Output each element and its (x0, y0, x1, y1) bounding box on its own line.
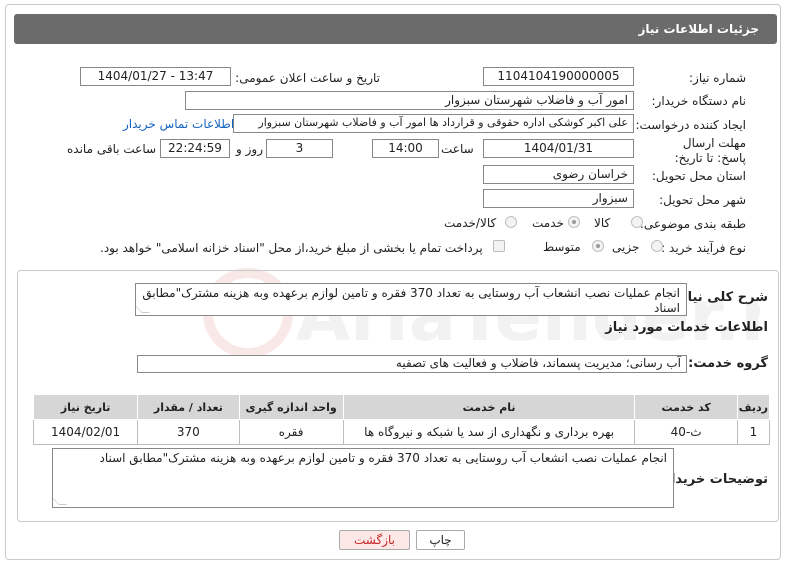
city-label: شهر محل تحویل: (659, 193, 746, 207)
col-need-date: تاریخ نیاز (32, 394, 139, 420)
need-number-label: شماره نیاز: (689, 71, 746, 85)
city-field: سبزوار (483, 189, 634, 208)
cell-row: 1 (736, 419, 771, 445)
process-radio-minor[interactable] (651, 240, 663, 252)
remaining-label: ساعت باقی مانده (67, 142, 157, 156)
buyer-contact-link[interactable]: اطلاعات تماس خریدار (123, 117, 234, 131)
cell-unit: فقره (238, 419, 344, 445)
deadline-date-field: 1404/01/31 (483, 139, 634, 158)
cell-quantity: 370 (137, 419, 240, 445)
services-title: اطلاعات خدمات مورد نیاز (605, 320, 768, 335)
page-title: جزئیات اطلاعات نیاز (638, 22, 759, 36)
resize-grip-icon[interactable] (134, 305, 150, 313)
deadline-label: مهلت ارسال پاسخ: تا تاریخ: (674, 136, 746, 165)
services-table: ردیف کد خدمت نام خدمت واحد اندازه گیری ت… (32, 394, 771, 445)
creator-field: علی اکبر کوشکی اداره حقوقی و قرارداد ها … (233, 114, 634, 133)
process-option-minor: جزیی (612, 240, 640, 254)
payment-note: پرداخت تمام یا بخشی از مبلغ خرید،از محل … (100, 241, 483, 255)
table-header-row: ردیف کد خدمت نام خدمت واحد اندازه گیری ت… (32, 394, 771, 420)
category-option-service: خدمت (532, 216, 564, 230)
buyer-notes-textarea[interactable]: انجام عملیات نصب انشعاب آب روستایی به تع… (51, 448, 674, 508)
announce-date-field: 1404/01/27 - 13:47 (80, 67, 231, 86)
cell-service-name: بهره برداری و نگهداری از سد یا شبکه و نی… (342, 419, 636, 445)
col-unit: واحد اندازه گیری (238, 394, 344, 420)
remaining-time-field: 22:24:59 (160, 139, 230, 158)
province-field: خراسان رضوی (483, 165, 634, 184)
table-row: 1 ث-40 بهره برداری و نگهداری از سد یا شب… (32, 419, 771, 445)
buyer-notes-label: توضیحات خریدار: (658, 472, 768, 487)
cell-service-code: ث-40 (634, 419, 738, 445)
deadline-time-label: ساعت (441, 142, 474, 156)
resize-grip-icon[interactable] (51, 497, 67, 505)
process-option-medium: متوسط (543, 240, 581, 254)
summary-label: شرح کلی نیاز: (674, 290, 768, 305)
category-radio-goods-service[interactable] (505, 216, 517, 228)
summary-textarea[interactable]: انجام عملیات نصب انشعاب آب روستایی به تع… (134, 283, 687, 316)
category-option-goods: کالا (594, 216, 611, 230)
category-radio-goods[interactable] (631, 216, 643, 228)
buyer-org-label: نام دستگاه خریدار: (651, 94, 747, 108)
province-label: استان محل تحویل: (651, 169, 746, 183)
announce-date-label: تاریخ و ساعت اعلان عمومی: (235, 71, 380, 85)
page-header: جزئیات اطلاعات نیاز (14, 14, 777, 44)
col-service-code: کد خدمت (634, 394, 738, 420)
summary-text: انجام عملیات نصب انشعاب آب روستایی به تع… (142, 286, 680, 315)
col-service-name: نام خدمت (342, 394, 636, 420)
deadline-time-field: 14:00 (372, 139, 439, 158)
category-radio-service[interactable] (568, 216, 580, 228)
days-label: روز و (236, 142, 263, 156)
category-label: طبقه بندی موضوعی: (639, 217, 746, 231)
col-row: ردیف (736, 394, 771, 420)
back-button[interactable]: بازگشت (339, 530, 410, 550)
buyer-notes-text: انجام عملیات نصب انشعاب آب روستایی به تع… (99, 451, 667, 465)
service-group-field: آب رسانی؛ مدیریت پسماند، فاضلاب و فعالیت… (137, 355, 687, 373)
process-label: نوع فرآیند خرید : (661, 241, 746, 255)
treasury-payment-checkbox[interactable] (493, 240, 505, 252)
category-option-goods-service: کالا/خدمت (444, 216, 497, 230)
process-radio-medium[interactable] (592, 240, 604, 252)
col-quantity: تعداد / مقدار (137, 394, 240, 420)
buyer-org-field: امور آب و فاضلاب شهرستان سبزوار (185, 91, 634, 110)
cell-need-date: 1404/02/01 (32, 419, 139, 445)
creator-label: ایجاد کننده درخواست: (635, 118, 746, 132)
days-field: 3 (266, 139, 333, 158)
print-button[interactable]: چاپ (416, 530, 465, 550)
need-number-field: 1104104190000005 (483, 67, 634, 86)
service-group-label: گروه خدمت: (688, 356, 768, 371)
